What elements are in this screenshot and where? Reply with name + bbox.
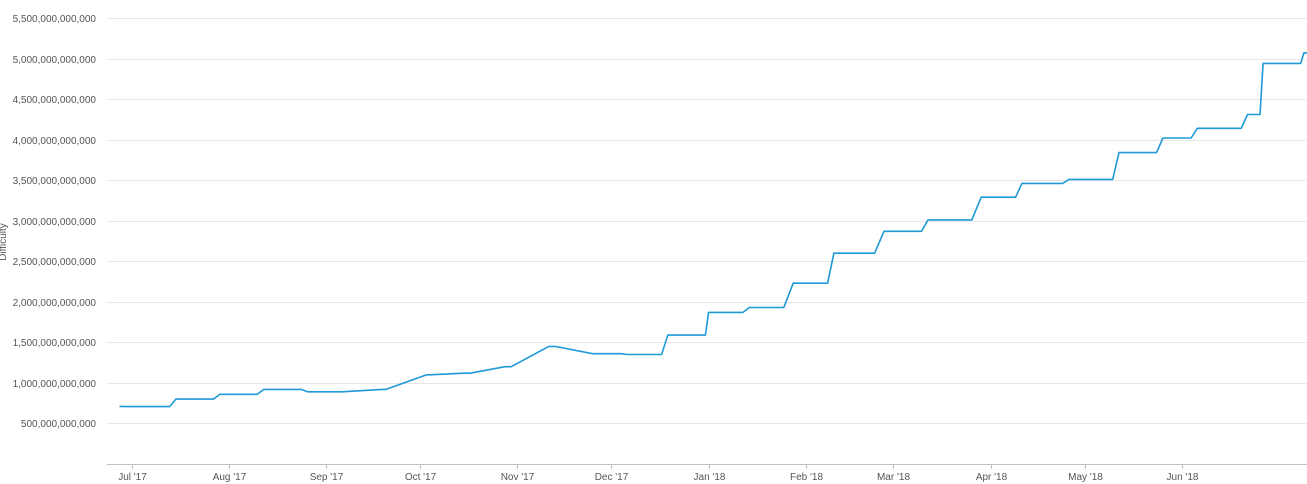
x-tick-label: Mar '18 <box>877 472 910 483</box>
x-tick-label: Jan '18 <box>694 472 726 483</box>
y-tick-label: 1,000,000,000,000 <box>13 379 97 390</box>
y-tick-label: 2,000,000,000,000 <box>13 298 97 309</box>
series-group <box>119 52 1307 408</box>
difficulty-series-line <box>119 52 1307 408</box>
x-tick-label: Feb '18 <box>790 472 823 483</box>
x-tick-label: Aug '17 <box>213 472 247 483</box>
x-tick-label: Oct '17 <box>405 472 437 483</box>
y-tick-label: 5,500,000,000,000 <box>13 14 97 25</box>
difficulty-chart: 500,000,000,000 1,000,000,000,000 1,500,00… <box>0 14 1307 483</box>
x-tick-label: Apr '18 <box>976 472 1008 483</box>
x-tick-label: Nov '17 <box>501 472 535 483</box>
x-tick-label: Dec '17 <box>595 472 629 483</box>
y-tick-label: 1,500,000,000,000 <box>13 338 97 349</box>
y-tick-label: 4,000,000,000,000 <box>13 136 97 147</box>
x-tick-label: Jul '17 <box>118 472 147 483</box>
x-tick-label: Jun '18 <box>1167 472 1199 483</box>
y-axis-label: Difficulty <box>0 223 9 261</box>
y-tick-label: 500,000,000,000 <box>21 419 97 430</box>
y-tick-label: 5,000,000,000,000 <box>13 55 97 66</box>
y-tick-label: 4,500,000,000,000 <box>13 95 97 106</box>
y-tick-label: 3,000,000,000,000 <box>13 217 97 228</box>
y-tick-label: 3,500,000,000,000 <box>13 176 97 187</box>
x-tick-label: May '18 <box>1068 472 1103 483</box>
x-axis: Jul '17 Aug '17 Sep '17 Oct '17 Nov '17 Dec '… <box>107 464 1307 483</box>
y-axis: 500,000,000,000 1,000,000,000,000 1,500,00… <box>13 14 97 430</box>
y-tick-label: 2,500,000,000,000 <box>13 257 97 268</box>
grid-lines <box>107 18 1307 424</box>
x-tick-label: Sep '17 <box>310 472 344 483</box>
